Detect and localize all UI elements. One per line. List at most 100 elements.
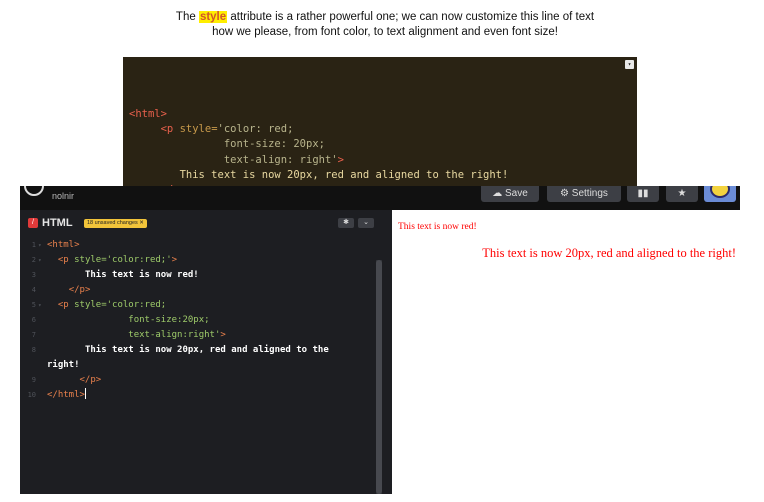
preview-red-text: This text is now red!	[398, 222, 477, 232]
code-tag: <p	[57, 300, 69, 310]
code-snippet-box: ▾ <html> <p style='color: red; font-size…	[123, 57, 637, 227]
line-number: 8	[31, 346, 36, 354]
code-line-content: <html>	[47, 238, 80, 253]
line-number: 3	[31, 271, 36, 279]
code-tag: <p	[57, 255, 69, 265]
code-str: font-size:20px;	[128, 315, 210, 325]
change-view-button[interactable]: ▮▮	[627, 186, 659, 202]
snippet-line: <p style='color: red;	[129, 122, 637, 137]
intro-line-2: how we please, from font color, to text …	[212, 26, 558, 38]
snippet-tag1: <html>	[129, 107, 167, 120]
code-line-content: font-size:20px;	[47, 313, 210, 328]
pin-icon: ★	[677, 188, 687, 199]
html-language-icon: /	[28, 218, 38, 228]
code-area[interactable]: 1 ▾ <html> 2 ▾ <p style='color:red;'> 3 This …	[20, 238, 376, 403]
code-line-content: <p style='color:red;	[47, 298, 166, 313]
chevron-down-icon: ⌄	[363, 219, 369, 226]
line-number: 2	[31, 256, 36, 264]
code-tag: </html>	[47, 390, 85, 400]
code-attr: style=	[68, 255, 107, 265]
code-tag: </p>	[68, 285, 91, 295]
code-line-content: text-align:right'>	[47, 328, 226, 343]
snippet-line: text-align: right'>	[129, 153, 637, 168]
cloud-icon: ☁	[492, 188, 505, 199]
pin-button[interactable]: ★	[666, 186, 698, 202]
code-line-content: This text is now red!	[47, 268, 199, 283]
result-preview-panel: This text is now red! This text is now 2…	[392, 210, 740, 494]
code-line: 10 </html>	[20, 388, 376, 403]
line-number: 4	[31, 286, 36, 294]
intro-text-after: attribute is a rather powerful one; we c…	[227, 11, 595, 23]
snippet-indent	[129, 123, 161, 135]
fold-arrow-icon[interactable]: ▾	[38, 238, 42, 253]
snippet-toggle-icon[interactable]: ▾	[625, 60, 634, 69]
line-number: 7	[31, 331, 36, 339]
editor-settings-button[interactable]: ✱	[338, 218, 354, 228]
username[interactable]: nolnir	[52, 191, 74, 201]
code-line-content: right!	[47, 358, 80, 373]
editor-collapse-button[interactable]: ⌄	[358, 218, 374, 228]
intro-text-before: The	[175, 11, 199, 23]
editor-header: / HTML 18 unsaved changes ✕ ✱ ⌄	[20, 210, 392, 236]
scrollbar-thumb[interactable]	[376, 260, 382, 494]
snippet-tag2: >	[337, 153, 344, 166]
unsaved-changes-badge[interactable]: 18 unsaved changes ✕	[84, 219, 147, 228]
code-line: 3 This text is now red!	[20, 268, 376, 283]
style-keyword-highlight: style	[198, 11, 228, 23]
code-tag2: >	[220, 330, 226, 340]
settings-icon: ✱	[343, 219, 349, 226]
code-line-content: </html>	[47, 388, 86, 403]
preview-large-right-text: This text is now 20px, red and aligned t…	[482, 246, 736, 260]
gear-icon: ⚙	[560, 188, 572, 199]
code-tag: <html>	[47, 240, 80, 250]
code-str: text-align:right'	[128, 330, 221, 340]
layout-icon: ▮▮	[637, 188, 649, 199]
intro-paragraph: The style attribute is a rather powerful…	[150, 10, 620, 40]
code-txt: This text is now 20px, red and aligned t…	[84, 345, 329, 355]
settings-button[interactable]: ⚙ Settings	[547, 186, 621, 202]
line-number: 10	[27, 391, 36, 399]
code-txt: right!	[47, 360, 80, 370]
code-str: 'color:red;	[106, 300, 167, 310]
snippet-line: This text is now 20px, red and aligned t…	[129, 168, 637, 183]
user-avatar[interactable]	[704, 186, 736, 202]
fold-arrow-icon[interactable]: ▾	[38, 298, 42, 313]
snippet-str: font-size: 20px;	[223, 138, 325, 151]
app-top-bar: nolnir ☁ Save ⚙ Settings ▮▮ ★	[20, 186, 740, 210]
code-txt: This text is now red!	[84, 270, 199, 280]
code-line: 5 ▾ <p style='color:red;	[20, 298, 376, 313]
line-number: 9	[31, 376, 36, 384]
code-attr: style=	[68, 300, 107, 310]
code-line: 8 This text is now 20px, red and aligned…	[20, 343, 376, 358]
text-cursor	[84, 388, 86, 399]
save-button[interactable]: ☁ Save	[481, 186, 539, 202]
codepen-logo-icon[interactable]	[24, 186, 44, 196]
code-line: 1 ▾ <html>	[20, 238, 376, 253]
code-line-content: This text is now 20px, red and aligned t…	[47, 343, 329, 358]
code-str: 'color:red;'	[106, 255, 172, 265]
code-line-content: </p>	[47, 373, 102, 388]
fold-arrow-icon[interactable]: ▾	[38, 253, 42, 268]
editor-title: HTML	[42, 217, 73, 229]
line-number: 1	[31, 241, 36, 249]
code-line: 4 </p>	[20, 283, 376, 298]
snippet-attr: style=	[173, 123, 218, 136]
avatar-face-icon	[710, 186, 730, 198]
code-line: 2 ▾ <p style='color:red;'>	[20, 253, 376, 268]
line-number: 6	[31, 316, 36, 324]
code-line: 9 </p>	[20, 373, 376, 388]
editor-scrollbar[interactable]	[376, 260, 382, 494]
code-line-content: <p style='color:red;'>	[47, 253, 177, 268]
snippet-tag1: <p	[160, 123, 174, 136]
code-line: right!	[20, 358, 376, 373]
line-number: 5	[31, 301, 36, 309]
snippet-indent	[129, 138, 224, 150]
editor-app-window: nolnir ☁ Save ⚙ Settings ▮▮ ★ / HTML 18 …	[20, 186, 740, 494]
